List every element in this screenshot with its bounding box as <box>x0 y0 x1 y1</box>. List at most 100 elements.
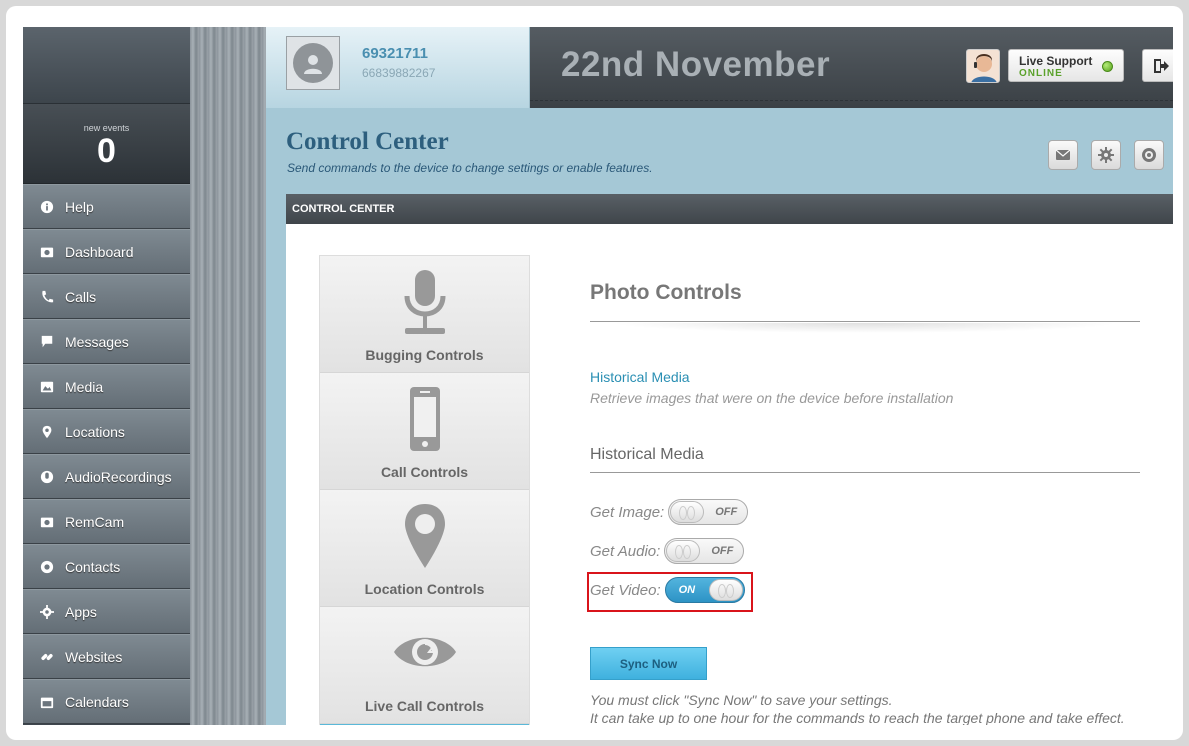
tab-label: Call Controls <box>380 464 469 480</box>
user-profile-box[interactable]: 69321711 66839882267 <box>266 27 530 108</box>
sidebar-item-label: Calls <box>65 288 97 305</box>
toggle-knob <box>670 501 705 523</box>
at-icon <box>1142 148 1156 162</box>
tab-live-call-controls[interactable]: Live Call Controls <box>320 607 529 724</box>
sidebar-item-locations[interactable]: Locations <box>23 409 190 454</box>
image-icon <box>39 379 55 395</box>
page-title: Control Center <box>286 128 449 155</box>
tab-bugging-controls[interactable]: Bugging Controls <box>320 256 529 373</box>
historical-media-description: Retrieve images that were on the device … <box>590 390 954 406</box>
user-icon <box>293 43 333 83</box>
pin-icon <box>39 424 55 440</box>
sidebar-item-label: Contacts <box>65 558 121 575</box>
tab-label: Location Controls <box>364 581 485 597</box>
sidebar-item-apps[interactable]: Apps <box>23 589 190 634</box>
section-header: CONTROL CENTER <box>286 194 1173 224</box>
sidebar-item-contacts[interactable]: Contacts <box>23 544 190 589</box>
tab-call-controls[interactable]: Call Controls <box>320 373 529 490</box>
tab-label: Live Call Controls <box>364 698 485 714</box>
sidebar-item-remcam[interactable]: RemCam <box>23 499 190 544</box>
new-events-count: 0 <box>97 132 116 170</box>
sidebar-item-label: RemCam <box>65 513 125 530</box>
active-tab-indicator <box>320 724 529 725</box>
sidebar-item-label: Apps <box>65 603 97 620</box>
brushed-metal-divider <box>190 27 266 725</box>
sidebar-item-label: Messages <box>65 333 129 350</box>
tab-label: Bugging Controls <box>365 347 484 363</box>
support-agent-icon[interactable] <box>966 49 1000 83</box>
settings-button[interactable] <box>1091 140 1121 170</box>
link-icon <box>39 649 55 665</box>
phone-icon <box>39 289 55 305</box>
get-audio-label: Get Audio: <box>590 542 661 560</box>
microphone-icon <box>39 469 55 485</box>
toggle-state: OFF <box>715 506 738 518</box>
get-audio-toggle[interactable]: OFF <box>664 538 745 564</box>
sidebar-logo-area <box>23 27 190 104</box>
content-panel: Bugging Controls Call Controls Location … <box>286 224 1173 725</box>
sync-now-button[interactable]: Sync Now <box>590 647 707 680</box>
microphone-icon <box>320 270 529 336</box>
historical-media-link[interactable]: Historical Media <box>590 369 690 385</box>
divider <box>530 100 1173 101</box>
divider-shadow <box>610 323 1120 333</box>
sidebar-item-messages[interactable]: Messages <box>23 319 190 364</box>
sidebar-item-help[interactable]: Help <box>23 184 190 229</box>
gear-icon <box>1098 147 1114 163</box>
divider <box>590 472 1140 473</box>
gear-icon <box>39 604 55 620</box>
sidebar-item-dashboard[interactable]: Dashboard <box>23 229 190 274</box>
sidebar-item-calendars[interactable]: Calendars <box>23 679 190 724</box>
live-support-button[interactable]: Live Support ONLINE <box>1008 49 1124 82</box>
message-button[interactable] <box>1048 140 1078 170</box>
tab-location-controls[interactable]: Location Controls <box>320 490 529 607</box>
envelope-icon <box>1055 149 1071 160</box>
sidebar-item-label: Help <box>65 198 94 215</box>
get-image-label: Get Image: <box>590 503 665 521</box>
sync-note-2: It can take up to one hour for the comma… <box>590 710 1125 725</box>
photo-controls-panel: Photo Controls Historical Media Retrieve… <box>587 255 1150 725</box>
sidebar-item-label: Dashboard <box>65 243 134 260</box>
user-id: 69321711 <box>362 45 428 62</box>
toggle-knob <box>666 540 701 562</box>
sidebar-item-media[interactable]: Media <box>23 364 190 409</box>
avatar <box>286 36 340 90</box>
sidebar-item-label: Media <box>65 378 104 395</box>
new-events-counter: new events 0 <box>23 104 190 184</box>
sidebar-item-label: Websites <box>65 648 123 665</box>
contact-button[interactable] <box>1134 140 1164 170</box>
eye-icon <box>320 629 529 675</box>
panel-title: Photo Controls <box>590 281 742 304</box>
sidebar-item-audiorecordings[interactable]: AudioRecordings <box>23 454 190 499</box>
control-tabs: Bugging Controls Call Controls Location … <box>319 255 530 725</box>
top-bar: 69321711 66839882267 22nd November Live … <box>266 27 1173 108</box>
app-screen: new events 0 Help Dashboard Calls Messag… <box>23 27 1173 725</box>
highlight-box <box>587 572 753 612</box>
sync-note-1: You must click "Sync Now" to save your s… <box>590 692 893 708</box>
get-audio-row: Get Audio: OFF <box>590 538 745 564</box>
logout-icon <box>1154 58 1169 73</box>
subsection-title: Historical Media <box>590 446 704 463</box>
sidebar: new events 0 Help Dashboard Calls Messag… <box>23 27 190 725</box>
sidebar-item-label: Locations <box>65 423 125 440</box>
sidebar-item-websites[interactable]: Websites <box>23 634 190 679</box>
chat-icon <box>39 334 55 350</box>
online-status-icon <box>1102 61 1113 72</box>
sidebar-item-label: AudioRecordings <box>65 468 172 485</box>
main-area: 69321711 66839882267 22nd November Live … <box>266 27 1173 725</box>
sidebar-item-calls[interactable]: Calls <box>23 274 190 319</box>
toggle-state: OFF <box>711 545 734 557</box>
at-icon <box>39 559 55 575</box>
get-image-toggle[interactable]: OFF <box>668 499 749 525</box>
sidebar-item-label: Calendars <box>65 693 129 710</box>
calendar-icon <box>39 694 55 710</box>
camera-icon <box>39 244 55 260</box>
browser-frame: new events 0 Help Dashboard Calls Messag… <box>6 6 1183 740</box>
get-image-row: Get Image: OFF <box>590 499 749 525</box>
logout-button[interactable] <box>1142 49 1173 82</box>
current-date: 22nd November <box>561 45 831 84</box>
page-subtitle: Send commands to the device to change se… <box>287 161 653 175</box>
map-pin-icon <box>320 504 529 570</box>
mobile-phone-icon <box>320 387 529 453</box>
divider <box>590 321 1140 322</box>
